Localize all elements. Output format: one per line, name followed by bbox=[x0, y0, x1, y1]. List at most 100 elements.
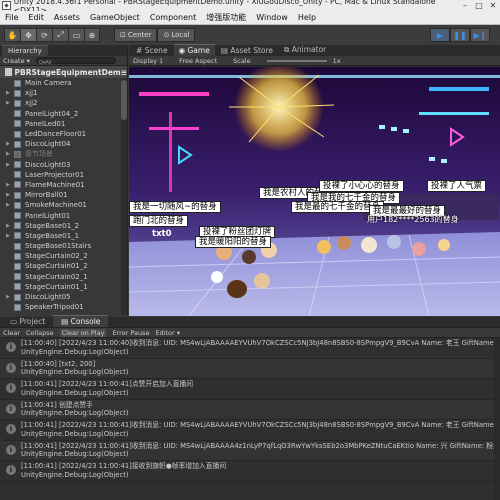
pivot-local-button[interactable]: ⊙ Local bbox=[157, 28, 196, 42]
log-entry[interactable]: i [11:00:41] [2022/4/23 11:00:41]接收到旗帜●帧率… bbox=[0, 461, 500, 482]
hierarchy-item[interactable]: LedDanceFloor01 bbox=[0, 129, 127, 139]
hierarchy-item[interactable]: StageCurtain02_1 bbox=[0, 272, 127, 282]
expand-arrow-icon[interactable]: ▶ bbox=[6, 100, 13, 106]
hierarchy-item[interactable]: PanelLed01 bbox=[0, 119, 127, 129]
hierarchy-item[interactable]: PanelLight04_2 bbox=[0, 109, 127, 119]
expand-arrow-icon[interactable]: ▶ bbox=[6, 182, 13, 188]
hierarchy-item[interactable]: StageCurtain02_2 bbox=[0, 251, 127, 261]
expand-arrow-icon[interactable]: ▶ bbox=[6, 162, 13, 168]
rotate-tool-icon[interactable]: ⟳ bbox=[36, 28, 52, 42]
expand-arrow-icon[interactable]: ▶ bbox=[6, 151, 13, 157]
danmaku-bubble: txt0 bbox=[152, 229, 172, 239]
expand-arrow-icon[interactable]: ▶ bbox=[6, 141, 13, 147]
close-button[interactable]: ✕ bbox=[486, 1, 500, 10]
gameobject-icon bbox=[14, 110, 21, 118]
game-viewport[interactable]: 我是农村人的替身 投裸了小心心的替身 投裸了人气票 我是一切随风~的替身 我是我… bbox=[129, 67, 500, 316]
hierarchy-item[interactable]: StageCurtain01_1 bbox=[0, 282, 127, 292]
hierarchy-item[interactable]: LaserProjector01 bbox=[0, 170, 127, 180]
menu-gameobject[interactable]: GameObject bbox=[85, 13, 145, 22]
hierarchy-item[interactable]: ▶ StageBase01_1 bbox=[0, 231, 127, 241]
tab-project[interactable]: ▭ Project bbox=[2, 316, 53, 327]
log-entry[interactable]: i [11:00:41] [2022/4/23 11:00:41]收到消息: UI… bbox=[0, 440, 500, 461]
log-entry[interactable]: i [11:00:41] [2022/4/23 11:00:41]收到消息: UI… bbox=[0, 420, 500, 441]
log-message: [11:00:40] [txt2, 200] bbox=[21, 359, 96, 368]
hierarchy-item[interactable]: ▶ xjj2 bbox=[0, 98, 127, 108]
pause-icon[interactable]: ❚❚ bbox=[450, 28, 470, 42]
hierarchy-item[interactable]: ▶ DiscoLight05 bbox=[0, 292, 127, 302]
collapse-button[interactable]: Collapse bbox=[26, 329, 54, 337]
log-entry[interactable]: i [11:00:40] [2022/4/23 11:00:40]收到消息: UI… bbox=[0, 338, 500, 359]
hierarchy-scrollbar[interactable] bbox=[121, 78, 127, 315]
hierarchy-item[interactable]: ▶ DiscoLight03 bbox=[0, 160, 127, 170]
hierarchy-item[interactable]: ▶ DiscoLight04 bbox=[0, 139, 127, 149]
hierarchy-item[interactable]: StageCurtain01_2 bbox=[0, 261, 127, 271]
hierarchy-item-label: FlameMachine01 bbox=[25, 180, 85, 189]
hand-tool-icon[interactable]: ✋ bbox=[4, 28, 20, 42]
play-icon[interactable]: ▶ bbox=[430, 28, 450, 42]
menu-enhanced[interactable]: 增强版功能 bbox=[201, 12, 251, 23]
hierarchy-item[interactable]: ▶ 春节场景 bbox=[0, 149, 127, 159]
tab-game[interactable]: ◉ Game bbox=[173, 44, 215, 56]
scene-header[interactable]: PBRStageEquipmentDem≡ bbox=[0, 66, 127, 78]
hierarchy-item[interactable]: ▶ xjj1 bbox=[0, 88, 127, 98]
hierarchy-item[interactable]: ▶ FlameMachine01 bbox=[0, 180, 127, 190]
scale-slider[interactable] bbox=[266, 59, 327, 62]
clear-button[interactable]: Clear bbox=[3, 329, 20, 337]
display-select[interactable]: Display 1 bbox=[133, 57, 163, 65]
step-icon[interactable]: ▶❙ bbox=[470, 28, 490, 42]
menu-edit[interactable]: Edit bbox=[23, 13, 49, 22]
menu-window[interactable]: Window bbox=[251, 13, 293, 22]
gameobject-icon bbox=[14, 212, 21, 220]
menu-help[interactable]: Help bbox=[293, 13, 321, 22]
maximize-button[interactable]: □ bbox=[472, 1, 486, 10]
log-entry[interactable]: i [11:00:41] [2022/4/23 11:00:41]点赞开启加入直播… bbox=[0, 379, 500, 400]
console-scrollbar[interactable] bbox=[494, 339, 500, 500]
hierarchy-item[interactable]: Main Camera bbox=[0, 78, 127, 88]
log-stacktrace: UnityEngine.Debug:Log(Object) bbox=[21, 429, 129, 438]
tab-scene[interactable]: # Scene bbox=[131, 45, 173, 56]
hierarchy-item[interactable]: ▶ SmokeMachine01 bbox=[0, 200, 127, 210]
expand-arrow-icon[interactable]: ▶ bbox=[6, 233, 13, 239]
scrollbar-thumb[interactable] bbox=[121, 80, 127, 120]
hierarchy-item[interactable]: StageBase01Stairs bbox=[0, 241, 127, 251]
aspect-select[interactable]: Free Aspect bbox=[179, 57, 217, 65]
hierarchy-item[interactable]: ▶ MirrorBall01 bbox=[0, 190, 127, 200]
tab-asset-store[interactable]: ▤ Asset Store bbox=[216, 45, 278, 56]
animator-icon: ⧉ bbox=[284, 45, 290, 54]
hierarchy-item-label: PanelLed01 bbox=[25, 119, 66, 128]
hierarchy-item-label: MirrorBall01 bbox=[25, 191, 68, 200]
gameobject-icon bbox=[14, 262, 21, 270]
pivot-local-label: Local bbox=[171, 31, 190, 39]
expand-arrow-icon[interactable]: ▶ bbox=[6, 223, 13, 229]
expand-arrow-icon[interactable]: ▶ bbox=[6, 90, 13, 96]
tab-animator[interactable]: ⧉ Animator bbox=[279, 44, 331, 56]
scale-tool-icon[interactable]: ⤢ bbox=[52, 28, 68, 42]
log-entry[interactable]: i [11:00:40] [txt2, 200] UnityEngine.Debug… bbox=[0, 358, 500, 379]
pivot-center-button[interactable]: ⊡ Center bbox=[114, 28, 158, 42]
hierarchy-panel: Hierarchy Create ▾ Q▾All PBRStageEquipme… bbox=[0, 45, 128, 316]
error-pause-toggle[interactable]: Error Pause bbox=[112, 329, 149, 337]
menu-component[interactable]: Component bbox=[145, 13, 201, 22]
expand-arrow-icon[interactable]: ▶ bbox=[6, 294, 13, 300]
expand-arrow-icon[interactable]: ▶ bbox=[6, 202, 13, 208]
hierarchy-item[interactable]: SpeakerTripod01 bbox=[0, 302, 127, 312]
log-entry[interactable]: i [11:00:41] 创建点赞手 UnityEngine.Debug:Log(O… bbox=[0, 399, 500, 420]
hierarchy-item[interactable]: ▶ StageBase01_2 bbox=[0, 221, 127, 231]
log-text: [11:00:41] [2022/4/23 11:00:41]接收到旗帜●帧率增… bbox=[21, 462, 226, 479]
rect-tool-icon[interactable]: ▭ bbox=[68, 28, 84, 42]
editor-dropdown[interactable]: Editor ▾ bbox=[155, 329, 180, 337]
log-stacktrace: UnityEngine.Debug:Log(Object) bbox=[21, 409, 129, 417]
move-tool-icon[interactable]: ✥ bbox=[20, 28, 36, 42]
expand-arrow-icon[interactable]: ▶ bbox=[6, 192, 13, 198]
create-button[interactable]: Create ▾ bbox=[3, 57, 30, 65]
clear-on-play-toggle[interactable]: Clear on Play bbox=[59, 328, 107, 337]
menu-assets[interactable]: Assets bbox=[49, 13, 85, 22]
transform-tool-icon[interactable]: ⊕ bbox=[84, 28, 100, 42]
menu-file[interactable]: File bbox=[0, 13, 23, 22]
hierarchy-item[interactable]: PanelLight01 bbox=[0, 210, 127, 220]
tab-console[interactable]: ▤ Console bbox=[53, 315, 109, 327]
hierarchy-search-input[interactable]: Q▾All bbox=[35, 57, 116, 66]
tab-hierarchy[interactable]: Hierarchy bbox=[2, 45, 48, 56]
log-message: [11:00:40] [2022/4/23 11:00:40]收到消息: UID… bbox=[21, 339, 500, 347]
minimize-button[interactable]: – bbox=[458, 1, 472, 10]
